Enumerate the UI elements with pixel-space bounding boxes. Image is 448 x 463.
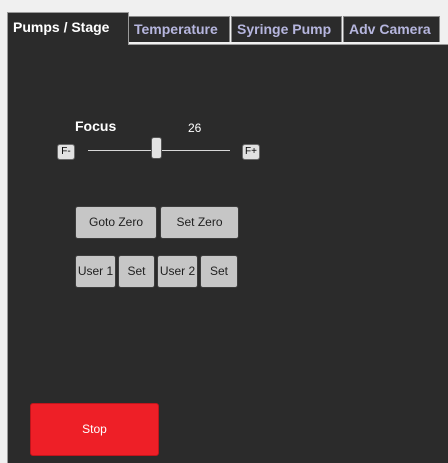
set-user2-button[interactable]: Set xyxy=(200,255,238,288)
set-user1-button[interactable]: Set xyxy=(118,255,155,288)
focus-plus-button[interactable]: F+ xyxy=(242,144,260,160)
focus-slider-thumb[interactable] xyxy=(151,137,162,159)
focus-label: Focus xyxy=(75,118,117,134)
user2-button[interactable]: User 2 xyxy=(157,255,198,288)
set-zero-button[interactable]: Set Zero xyxy=(160,206,239,239)
stop-button[interactable]: Stop xyxy=(30,403,159,456)
tab-adv-camera[interactable]: Adv Camera xyxy=(343,16,440,42)
focus-value: 26 xyxy=(188,121,202,135)
user1-button[interactable]: User 1 xyxy=(75,255,116,288)
pumps-stage-panel xyxy=(7,44,448,463)
tab-syringe-pump[interactable]: Syringe Pump xyxy=(231,16,342,42)
tab-temperature[interactable]: Temperature xyxy=(128,16,230,42)
tab-pumps-stage[interactable]: Pumps / Stage xyxy=(7,12,129,45)
tab-bar: Pumps / Stage Temperature Syringe Pump A… xyxy=(0,0,448,45)
focus-minus-button[interactable]: F- xyxy=(57,144,75,160)
goto-zero-button[interactable]: Goto Zero xyxy=(75,206,157,239)
